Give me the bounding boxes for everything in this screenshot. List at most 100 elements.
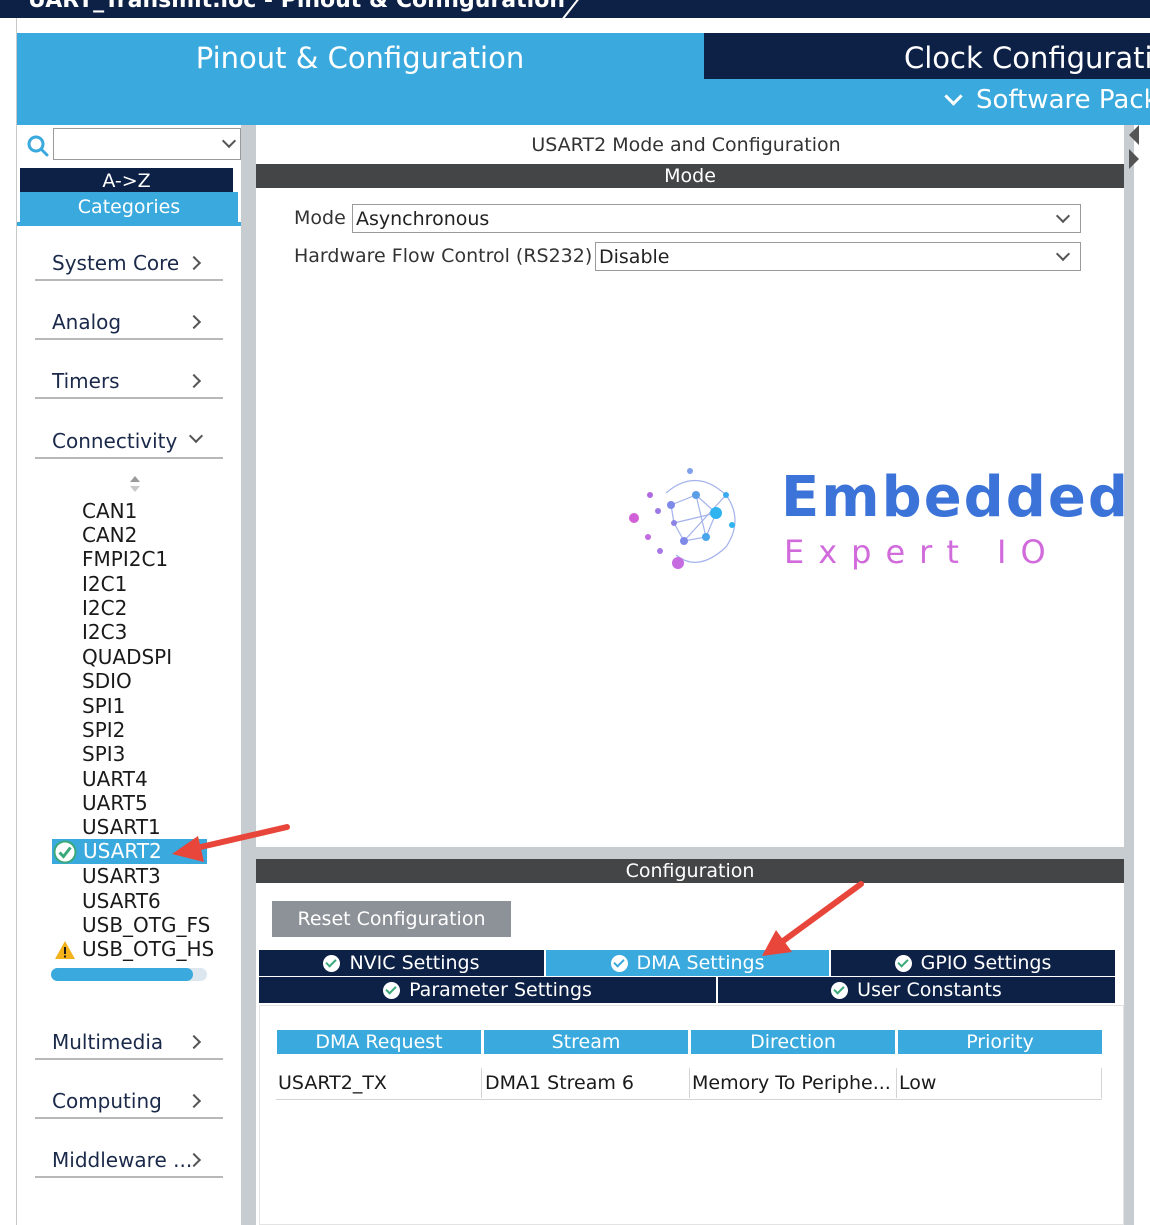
category-label: Analog: [52, 310, 122, 334]
tab-nvic-settings[interactable]: NVIC Settings: [259, 950, 546, 976]
chevron-down-icon: [1055, 246, 1071, 262]
peripheral-item[interactable]: QUADSPI: [82, 645, 172, 669]
chevron-down-icon: [944, 86, 963, 106]
mode-label: Mode: [294, 207, 346, 229]
peripheral-item[interactable]: UART4: [82, 767, 148, 791]
check-circle-icon: [894, 954, 912, 972]
logo-word-expert-io: Expert IO: [784, 533, 1060, 571]
category-multimedia[interactable]: Multimedia: [35, 1020, 223, 1060]
category-computing[interactable]: Computing: [35, 1079, 223, 1119]
peripheral-item[interactable]: USB_OTG_FS: [82, 913, 210, 937]
tab-label: GPIO Settings: [920, 951, 1052, 974]
peripheral-item[interactable]: SPI1: [82, 694, 125, 718]
top-tab-bar: Pinout & Configuration Clock Configurati…: [17, 33, 1150, 125]
table-cell-direction[interactable]: Memory To Periphe...: [690, 1068, 897, 1098]
tab-dma-settings[interactable]: DMA Settings: [546, 950, 831, 976]
mode-section-header: Mode: [256, 164, 1124, 188]
hw-flow-control-select[interactable]: Disable: [595, 242, 1081, 271]
sort-a-z-button[interactable]: A->Z: [20, 168, 233, 192]
table-cell-stream[interactable]: DMA1 Stream 6: [483, 1068, 690, 1098]
tab-label: NVIC Settings: [349, 951, 480, 974]
dma-requests-table: DMA Request Stream Direction Priority US…: [259, 1005, 1124, 1225]
hw-flow-control-label: Hardware Flow Control (RS232): [294, 245, 593, 267]
category-middleware[interactable]: Middleware ...: [35, 1138, 223, 1178]
mode-select[interactable]: Asynchronous: [352, 204, 1081, 233]
peripheral-item[interactable]: SDIO: [82, 669, 132, 693]
peripheral-item[interactable]: FMPI2C1: [82, 547, 168, 571]
category-label: Connectivity: [52, 429, 178, 453]
expand-right-icon[interactable]: [1129, 149, 1139, 169]
search-icon[interactable]: [27, 135, 49, 157]
search-input[interactable]: [53, 128, 241, 160]
category-analog[interactable]: Analog: [35, 300, 223, 340]
mode-value: Asynchronous: [356, 208, 490, 230]
logo-word-embedded: Embedded: [781, 465, 1130, 530]
category-label: System Core: [52, 251, 180, 275]
chevron-right-icon: [186, 1034, 202, 1050]
peripheral-item[interactable]: I2C2: [82, 596, 127, 620]
embedded-expert-io-watermark: Embedded Expert IO: [626, 465, 1128, 575]
category-connectivity[interactable]: Connectivity: [35, 419, 223, 459]
peripheral-item[interactable]: USART1: [82, 815, 161, 839]
peripheral-list-scrollbar[interactable]: [51, 968, 207, 981]
hw-flow-control-value: Disable: [599, 246, 670, 268]
check-circle-icon: [831, 981, 849, 999]
chevron-down-icon: [1055, 208, 1071, 224]
warning-icon: [55, 941, 75, 959]
right-panel-splitter[interactable]: [1124, 125, 1134, 1225]
column-header-direction[interactable]: Direction: [691, 1030, 895, 1054]
peripheral-item[interactable]: SPI2: [82, 718, 125, 742]
panel-splitter[interactable]: [241, 125, 256, 1225]
mode-configuration-panel: USART2 Mode and Configuration Mode Mode …: [256, 125, 1128, 1225]
peripheral-item[interactable]: I2C1: [82, 572, 127, 596]
tab-parameter-settings[interactable]: Parameter Settings: [259, 977, 718, 1003]
peripheral-label: USART2: [83, 839, 162, 863]
chevron-down-icon: [188, 428, 204, 444]
table-row-divider: [276, 1099, 1102, 1100]
chevron-down-icon[interactable]: [221, 133, 237, 149]
peripheral-item[interactable]: SPI3: [82, 742, 125, 766]
category-timers[interactable]: Timers: [35, 359, 223, 399]
check-circle-icon: [323, 954, 341, 972]
stm32cubemx-window: UART_Transmit.ioc - Pinout & Configurati…: [0, 0, 1150, 1225]
software-packs-menu[interactable]: Software Pack: [944, 85, 1150, 115]
category-label: Middleware ...: [52, 1148, 193, 1172]
peripheral-item[interactable]: CAN1: [82, 499, 137, 523]
window-title: UART_Transmit.ioc - Pinout & Configurati…: [28, 0, 565, 13]
configuration-section-header: Configuration: [256, 859, 1124, 883]
peripheral-item[interactable]: I2C3: [82, 620, 127, 644]
category-system-core[interactable]: System Core: [35, 241, 223, 281]
tab-label: Parameter Settings: [409, 978, 592, 1001]
peripheral-item[interactable]: USART6: [82, 889, 161, 913]
config-tabs-row-1: NVIC Settings DMA Settings GPIO Settings: [259, 950, 1115, 976]
window-left-border: [0, 18, 17, 1225]
reset-configuration-button[interactable]: Reset Configuration: [272, 901, 511, 937]
peripheral-item[interactable]: CAN2: [82, 523, 137, 547]
tab-pinout-configuration[interactable]: Pinout & Configuration: [17, 33, 703, 79]
chevron-right-icon: [186, 1093, 202, 1109]
peripheral-item[interactable]: USART3: [82, 864, 161, 888]
tab-gpio-settings[interactable]: GPIO Settings: [831, 950, 1115, 976]
right-collapse-strip: [1129, 125, 1150, 1225]
collapse-left-icon[interactable]: [1129, 125, 1139, 145]
scrollbar-thumb[interactable]: [51, 968, 193, 981]
section-splitter[interactable]: [256, 847, 1124, 859]
peripheral-item[interactable]: UART5: [82, 791, 148, 815]
brain-network-logo: [629, 468, 736, 569]
column-header-priority[interactable]: Priority: [898, 1030, 1102, 1054]
peripheral-item[interactable]: USB_OTG_HS: [82, 937, 214, 961]
tab-user-constants[interactable]: User Constants: [718, 977, 1115, 1003]
categories-button[interactable]: Categories: [20, 192, 238, 222]
window-title-bar: UART_Transmit.ioc - Pinout & Configurati…: [0, 0, 1150, 18]
check-circle-icon: [610, 954, 628, 972]
column-header-dma-request[interactable]: DMA Request: [277, 1030, 481, 1054]
sort-icon[interactable]: [129, 475, 141, 493]
table-cell-priority[interactable]: Low: [897, 1068, 1102, 1098]
categories-underline: [17, 222, 241, 226]
category-label: Timers: [52, 369, 120, 393]
table-cell-dma-request[interactable]: USART2_TX: [276, 1068, 482, 1098]
category-label: Computing: [52, 1089, 162, 1113]
chevron-right-icon: [186, 373, 202, 389]
tab-clock-configuration[interactable]: Clock Configuratio: [704, 33, 1150, 79]
column-header-stream[interactable]: Stream: [484, 1030, 688, 1054]
